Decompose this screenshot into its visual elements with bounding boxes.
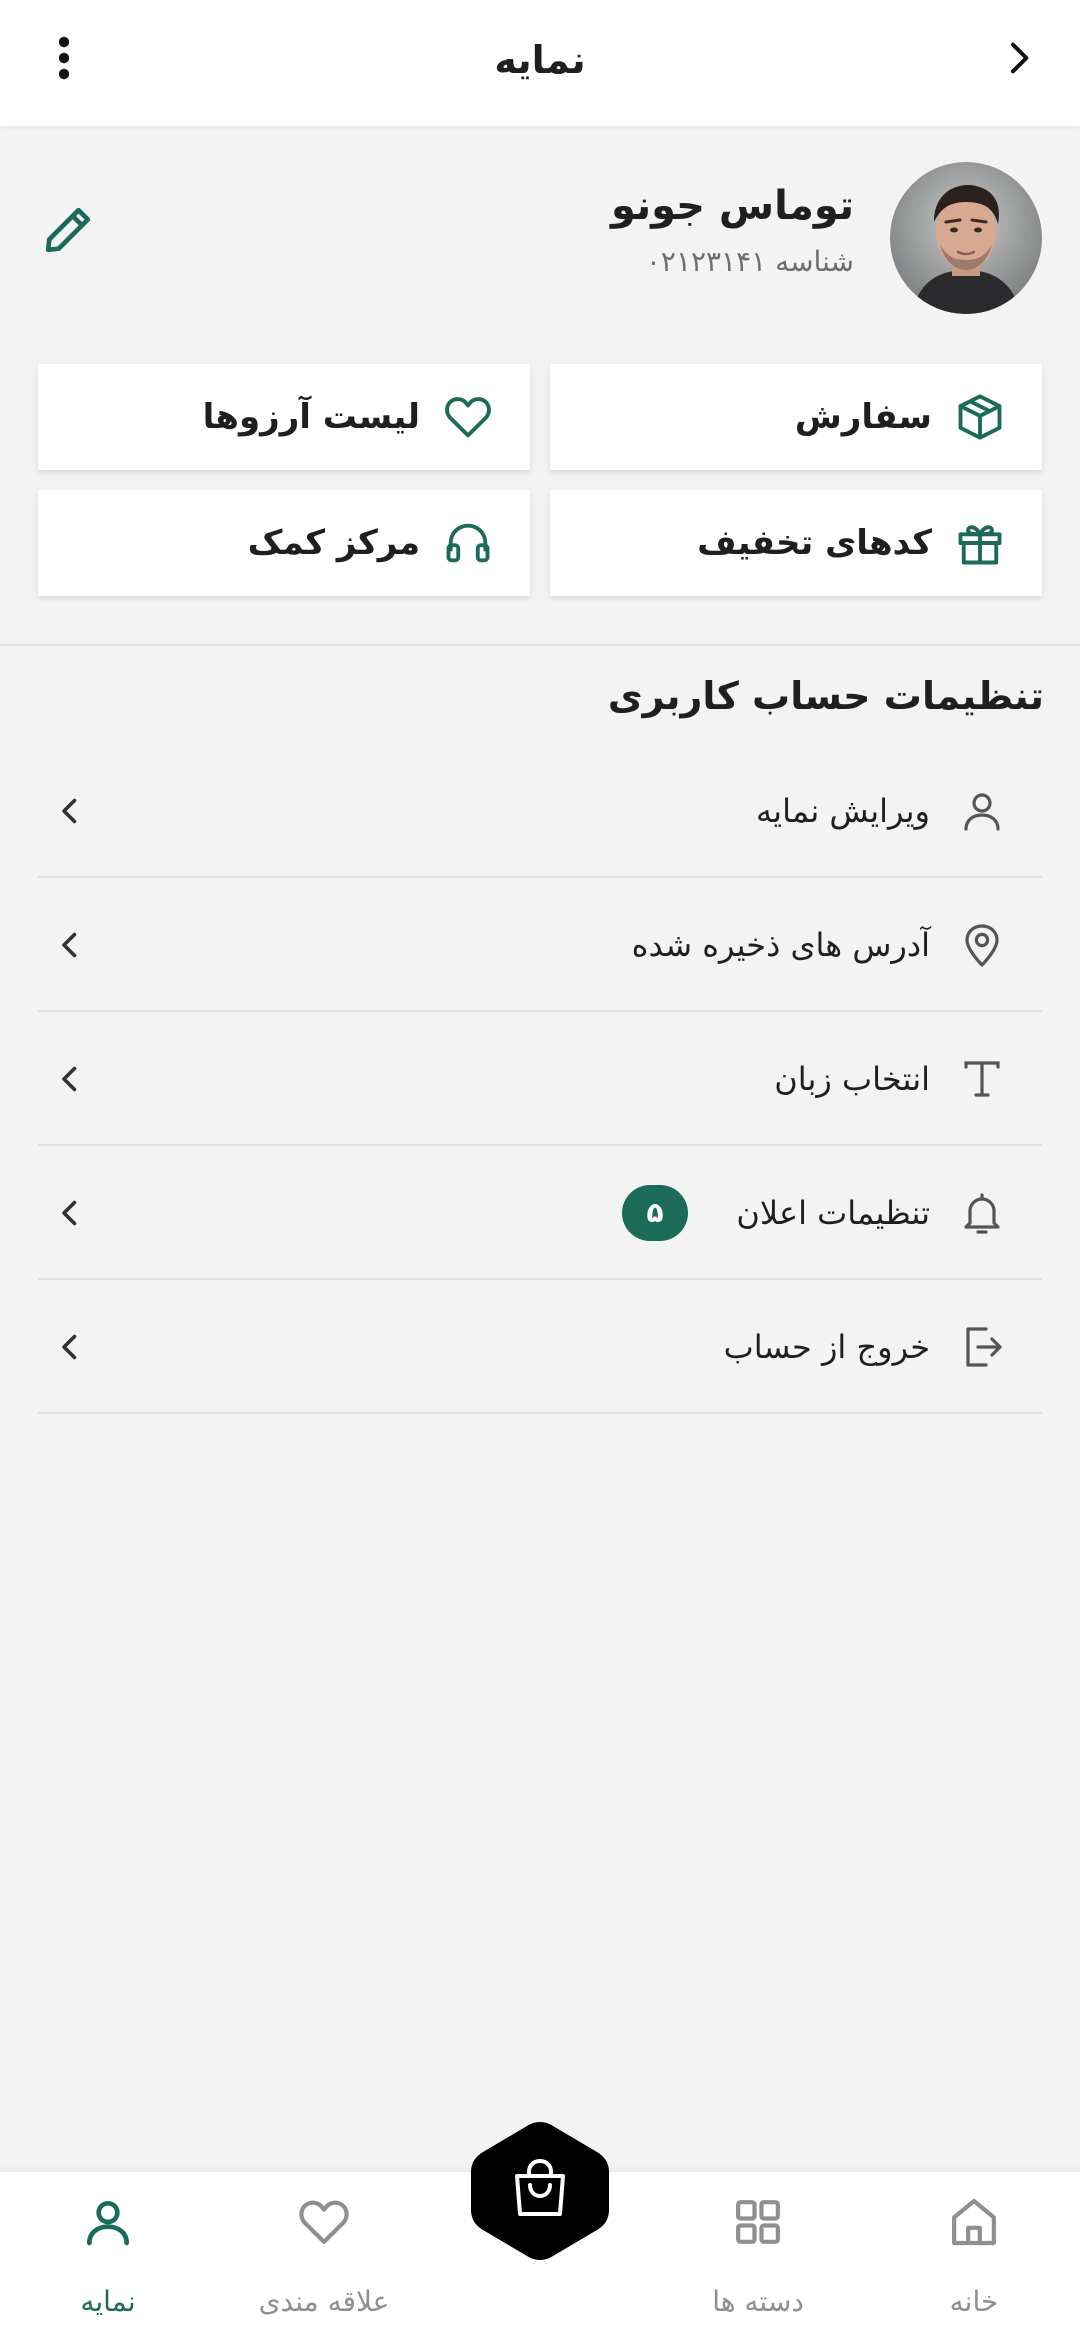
logout-icon (966, 1327, 1002, 1367)
nav-tab-label: نمایه (80, 2285, 136, 2318)
user-icon (87, 2201, 129, 2246)
settings-item-notifications[interactable]: تنظیمات اعلان ۵ (38, 1146, 1042, 1280)
discount-codes-label: کدهای تخفیف (697, 523, 932, 563)
discount-codes-card[interactable]: کدهای تخفیف (550, 490, 1042, 596)
profile-name: توماس جونو (610, 183, 854, 229)
help-center-card[interactable]: مرکز کمک (38, 490, 530, 596)
page-title: نمایه (494, 38, 586, 82)
chevron-left-icon (62, 1334, 77, 1360)
settings-item-label: انتخاب زبان (774, 1060, 930, 1098)
settings-item-edit-profile[interactable]: ویرایش نمایه (38, 744, 1042, 878)
nav-tab-categories[interactable]: دسته ها (668, 2172, 848, 2340)
settings-item-label: خروج از حساب (723, 1328, 930, 1366)
pencil-icon (45, 207, 91, 253)
nav-tab-label: دسته ها (712, 2285, 804, 2318)
headphones-icon (446, 523, 490, 563)
settings-item-logout[interactable]: خروج از حساب (38, 1280, 1042, 1414)
heart-icon (299, 2200, 349, 2244)
bell-icon (964, 1193, 1000, 1234)
avatar[interactable] (890, 162, 1042, 314)
more-vertical-icon (58, 36, 70, 80)
settings-item-language[interactable]: انتخاب زبان (38, 1012, 1042, 1146)
gift-icon (958, 525, 1002, 565)
wishlist-label: لیست آرزوها (202, 397, 420, 437)
orders-label: سفارش (794, 397, 932, 437)
edit-profile-button[interactable] (34, 196, 102, 264)
heart-icon (445, 397, 491, 438)
settings-item-saved-addresses[interactable]: آدرس های ذخیره شده (38, 878, 1042, 1012)
cart-button[interactable] (467, 2118, 613, 2264)
settings-item-label: آدرس های ذخیره شده (631, 926, 930, 964)
chevron-left-icon (62, 1200, 77, 1226)
nav-tab-home[interactable]: خانه (884, 2172, 1064, 2340)
account-settings-title: تنظیمات حساب کاربری (607, 674, 1044, 718)
nav-tab-label: خانه (949, 2285, 999, 2318)
settings-item-label: تنظیمات اعلان (736, 1194, 930, 1232)
top-app-bar: نمایه (0, 0, 1080, 126)
chevron-left-icon (62, 1066, 77, 1092)
location-pin-icon (965, 924, 999, 967)
wishlist-card[interactable]: لیست آرزوها (38, 364, 530, 470)
settings-item-label: ویرایش نمایه (756, 792, 930, 830)
section-divider (0, 644, 1080, 646)
home-icon (952, 2198, 996, 2246)
user-icon (964, 793, 1000, 831)
orders-card[interactable]: سفارش (550, 364, 1042, 470)
more-menu-button[interactable] (34, 26, 94, 90)
help-center-label: مرکز کمک (247, 523, 420, 563)
notification-count-badge: ۵ (622, 1185, 688, 1241)
chevron-left-icon (62, 798, 77, 824)
box-icon (958, 394, 1002, 440)
grid-icon (736, 2200, 780, 2244)
nav-tab-profile[interactable]: نمایه (18, 2172, 198, 2340)
nav-tab-label: علاقه مندی (258, 2285, 390, 2318)
chevron-left-icon (62, 932, 77, 958)
profile-id: شناسه ۰۲۱۲۳۱۴۱ (645, 245, 854, 278)
nav-tab-favorites[interactable]: علاقه مندی (234, 2172, 414, 2340)
text-icon (964, 1061, 1000, 1097)
